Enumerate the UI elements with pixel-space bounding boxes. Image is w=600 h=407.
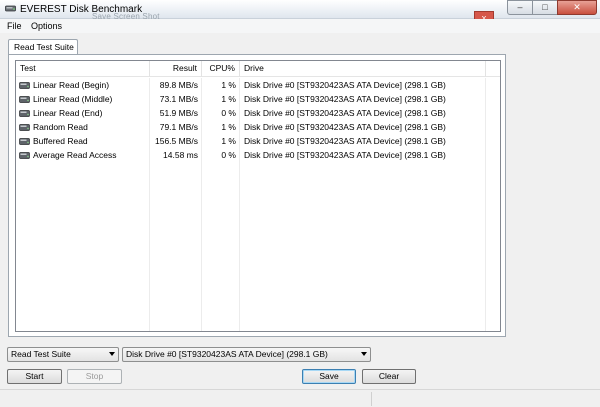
table-row[interactable]: Linear Read (Middle) 73.1 MB/s 1 % Disk … xyxy=(16,92,500,106)
menu-options[interactable]: Options xyxy=(31,21,62,31)
status-bar xyxy=(0,389,600,407)
cell-result: 89.8 MB/s xyxy=(150,78,202,92)
hard-drive-icon xyxy=(19,96,30,103)
clear-button[interactable]: Clear xyxy=(362,369,416,384)
results-list[interactable]: Test Result CPU% Drive Linear Read (Begi… xyxy=(15,60,501,332)
status-cell-left xyxy=(0,392,372,406)
test-name: Linear Read (End) xyxy=(33,108,103,118)
list-header: Test Result CPU% Drive xyxy=(16,61,500,77)
close-button[interactable]: ✕ xyxy=(557,0,597,15)
test-name: Average Read Access xyxy=(33,150,117,160)
cell-cpu: 1 % xyxy=(202,92,240,106)
cell-test: Linear Read (End) xyxy=(16,106,150,120)
column-header-result[interactable]: Result xyxy=(150,61,202,77)
cell-drive: Disk Drive #0 [ST9320423AS ATA Device] (… xyxy=(240,148,486,162)
cell-cpu: 1 % xyxy=(202,120,240,134)
chevron-down-icon xyxy=(109,352,115,356)
stop-button[interactable]: Stop xyxy=(67,369,122,384)
hard-drive-icon xyxy=(19,110,30,117)
column-header-cpu[interactable]: CPU% xyxy=(202,61,240,77)
table-row[interactable]: Linear Read (Begin) 89.8 MB/s 1 % Disk D… xyxy=(16,78,500,92)
cell-cpu: 0 % xyxy=(202,106,240,120)
title-bar: EVEREST Disk Benchmark Save Screen Shot … xyxy=(0,0,600,25)
column-header-drive[interactable]: Drive xyxy=(240,61,486,77)
cell-test: Random Read xyxy=(16,120,150,134)
tab-panel: Test Result CPU% Drive Linear Read (Begi… xyxy=(8,54,506,337)
cell-drive: Disk Drive #0 [ST9320423AS ATA Device] (… xyxy=(240,134,486,148)
cell-result: 156.5 MB/s xyxy=(150,134,202,148)
test-name: Linear Read (Begin) xyxy=(33,80,110,90)
cell-result: 73.1 MB/s xyxy=(150,92,202,106)
hard-drive-icon xyxy=(19,82,30,89)
start-button[interactable]: Start xyxy=(7,369,62,384)
test-name: Random Read xyxy=(33,122,88,132)
cell-result: 14.58 ms xyxy=(150,148,202,162)
hard-drive-icon xyxy=(19,152,30,159)
test-name: Linear Read (Middle) xyxy=(33,94,113,104)
suite-select-value: Read Test Suite xyxy=(11,349,71,359)
cell-cpu: 1 % xyxy=(202,134,240,148)
cell-test: Linear Read (Begin) xyxy=(16,78,150,92)
test-name: Buffered Read xyxy=(33,136,88,146)
hard-drive-icon xyxy=(19,124,30,131)
drive-select-value: Disk Drive #0 [ST9320423AS ATA Device] (… xyxy=(126,349,328,359)
window-controls: – □ ✕ xyxy=(507,0,597,15)
tab-read-test-suite[interactable]: Read Test Suite xyxy=(8,39,78,55)
maximize-button[interactable]: □ xyxy=(532,0,558,15)
cell-result: 79.1 MB/s xyxy=(150,120,202,134)
hard-drive-icon xyxy=(19,138,30,145)
minimize-button[interactable]: – xyxy=(507,0,533,15)
column-header-filler xyxy=(486,61,500,77)
cell-drive: Disk Drive #0 [ST9320423AS ATA Device] (… xyxy=(240,120,486,134)
table-row[interactable]: Random Read 79.1 MB/s 1 % Disk Drive #0 … xyxy=(16,120,500,134)
cell-result: 51.9 MB/s xyxy=(150,106,202,120)
suite-select[interactable]: Read Test Suite xyxy=(7,347,119,362)
cell-test: Linear Read (Middle) xyxy=(16,92,150,106)
table-row[interactable]: Linear Read (End) 51.9 MB/s 0 % Disk Dri… xyxy=(16,106,500,120)
disk-icon xyxy=(5,5,16,12)
status-cell-right xyxy=(372,392,600,406)
empty-list-area xyxy=(16,162,500,331)
cell-cpu: 1 % xyxy=(202,78,240,92)
cell-test: Average Read Access xyxy=(16,148,150,162)
cell-drive: Disk Drive #0 [ST9320423AS ATA Device] (… xyxy=(240,78,486,92)
menu-file[interactable]: File xyxy=(7,21,22,31)
cell-test: Buffered Read xyxy=(16,134,150,148)
menu-bar: File Options xyxy=(0,19,600,33)
table-row[interactable]: Buffered Read 156.5 MB/s 1 % Disk Drive … xyxy=(16,134,500,148)
chevron-down-icon xyxy=(361,352,367,356)
table-row[interactable]: Average Read Access 14.58 ms 0 % Disk Dr… xyxy=(16,148,500,162)
save-button[interactable]: Save xyxy=(302,369,356,384)
cell-drive: Disk Drive #0 [ST9320423AS ATA Device] (… xyxy=(240,92,486,106)
cell-cpu: 0 % xyxy=(202,148,240,162)
cell-drive: Disk Drive #0 [ST9320423AS ATA Device] (… xyxy=(240,106,486,120)
column-header-test[interactable]: Test xyxy=(16,61,150,77)
drive-select[interactable]: Disk Drive #0 [ST9320423AS ATA Device] (… xyxy=(122,347,371,362)
